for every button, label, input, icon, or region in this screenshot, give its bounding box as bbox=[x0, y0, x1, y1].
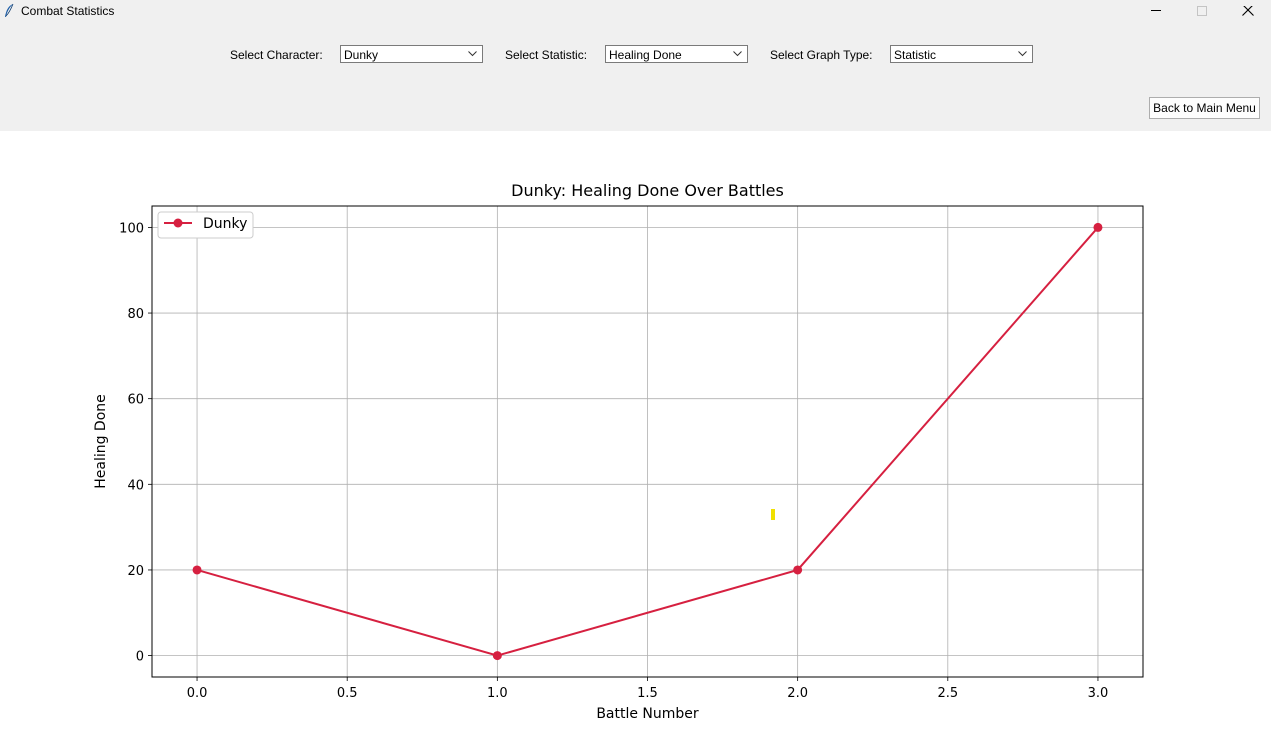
yellow-marker bbox=[771, 509, 775, 520]
minimize-icon bbox=[1151, 10, 1161, 11]
close-button[interactable] bbox=[1225, 0, 1271, 25]
x-tick-label: 0.0 bbox=[187, 686, 208, 701]
chevron-down-icon bbox=[468, 51, 477, 57]
x-tick-label: 1.0 bbox=[487, 686, 508, 701]
data-point bbox=[1093, 222, 1103, 232]
back-to-main-menu-button[interactable]: Back to Main Menu bbox=[1149, 97, 1260, 119]
feather-icon bbox=[5, 3, 14, 17]
x-tick-label: 1.5 bbox=[637, 686, 658, 701]
y-tick-label: 0 bbox=[136, 650, 144, 665]
title-bar: Combat Statistics bbox=[0, 0, 1271, 25]
close-icon bbox=[1242, 6, 1254, 16]
y-tick-label: 40 bbox=[127, 478, 144, 493]
x-tick-label: 2.5 bbox=[937, 686, 958, 701]
maximize-button[interactable] bbox=[1179, 0, 1225, 25]
chart-title: Dunky: Healing Done Over Battles bbox=[511, 181, 784, 200]
legend-marker bbox=[173, 218, 183, 228]
y-axis-label: Healing Done bbox=[93, 394, 109, 489]
graph-type-select[interactable]: Statistic bbox=[890, 45, 1033, 63]
data-point bbox=[192, 565, 202, 575]
control-panel: Select Character: Dunky Select Statistic… bbox=[0, 25, 1271, 131]
chevron-down-icon bbox=[733, 51, 742, 57]
character-select-value: Dunky bbox=[344, 48, 379, 62]
window-title: Combat Statistics bbox=[21, 4, 115, 18]
y-tick-label: 100 bbox=[119, 221, 144, 236]
statistic-select[interactable]: Healing Done bbox=[605, 45, 748, 63]
character-label: Select Character: bbox=[230, 48, 323, 62]
statistic-select-value: Healing Done bbox=[609, 48, 682, 62]
legend: Dunky bbox=[157, 211, 254, 239]
graph-type-select-value: Statistic bbox=[894, 48, 937, 62]
x-axis-label: Battle Number bbox=[596, 706, 699, 722]
y-tick-label: 20 bbox=[127, 564, 144, 579]
maximize-icon bbox=[1197, 6, 1207, 16]
legend-label: Dunky bbox=[203, 216, 247, 232]
data-point bbox=[492, 651, 502, 661]
minimize-button[interactable] bbox=[1133, 0, 1179, 25]
statistic-label: Select Statistic: bbox=[505, 48, 588, 62]
chevron-down-icon bbox=[1018, 51, 1027, 57]
y-tick-label: 80 bbox=[127, 307, 144, 322]
x-tick-label: 2.0 bbox=[787, 686, 808, 701]
graph-type-label: Select Graph Type: bbox=[770, 48, 873, 62]
x-tick-label: 3.0 bbox=[1088, 686, 1109, 701]
data-point bbox=[793, 565, 803, 575]
y-tick-label: 60 bbox=[127, 393, 144, 408]
x-tick-label: 0.5 bbox=[337, 686, 358, 701]
character-select[interactable]: Dunky bbox=[340, 45, 483, 63]
healing-chart: 0.0 0.5 1.0 1.5 2.0 2.5 3.0 0 20 40 60 80 100 Dunky:… bbox=[93, 181, 1144, 722]
